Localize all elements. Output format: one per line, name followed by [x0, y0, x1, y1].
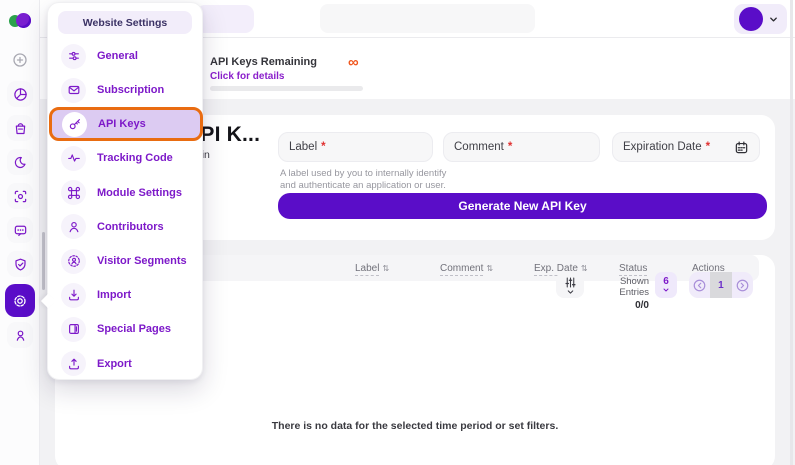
app-logo[interactable] — [9, 12, 31, 30]
empty-state-message: There is no data for the selected time p… — [55, 420, 775, 432]
generate-api-key-button[interactable]: Generate New API Key — [278, 193, 767, 219]
search-box[interactable] — [320, 4, 535, 33]
comment-input[interactable]: Comment * — [443, 132, 600, 162]
sidebar-item-add[interactable] — [7, 47, 33, 73]
sidebar-item-goals[interactable] — [7, 183, 33, 209]
gear-icon — [12, 293, 28, 309]
menu-item-label: Import — [97, 289, 131, 301]
key-icon — [62, 112, 87, 137]
sidebar-item-settings[interactable] — [5, 284, 35, 317]
menu-item-label: Special Pages — [97, 323, 171, 335]
previous-page-button[interactable] — [689, 272, 710, 298]
table-header-comment[interactable]: Comment⇅ — [440, 263, 534, 274]
label-input[interactable]: Label * — [278, 132, 433, 162]
pulse-icon — [61, 146, 86, 171]
shown-entries: Shown Entries 0/0 — [593, 276, 649, 311]
menu-item-subscription[interactable]: Subscription — [48, 73, 204, 107]
comment-field-caption: Comment — [454, 141, 504, 153]
menu-item-api-keys[interactable]: API Keys — [49, 107, 203, 141]
page-scrollbar[interactable] — [790, 0, 793, 465]
header-pill[interactable] — [196, 5, 254, 33]
plus-circle-icon — [12, 52, 28, 68]
infinity-value: ∞ — [348, 56, 359, 69]
arrow-right-circle-icon — [735, 278, 750, 293]
sidebar-item-analytics[interactable] — [7, 81, 33, 107]
download-tray-icon — [61, 283, 86, 308]
arrow-left-circle-icon — [692, 278, 707, 293]
avatar — [739, 7, 763, 31]
menu-item-label: Export — [97, 358, 132, 370]
sidebar-item-profile[interactable] — [7, 322, 33, 348]
sidebar-item-messages[interactable] — [7, 217, 33, 243]
table-header-label[interactable]: Label⇅ — [355, 263, 440, 274]
upload-tray-icon — [61, 351, 86, 376]
menu-item-label: Contributors — [97, 221, 164, 233]
label-helper-text: A label used by you to internally identi… — [280, 168, 448, 192]
command-icon — [61, 180, 86, 205]
scan-target-icon — [13, 189, 28, 204]
menu-item-label: Subscription — [97, 84, 164, 96]
book-icon — [61, 317, 86, 342]
required-asterisk: * — [706, 141, 710, 153]
current-page: 1 — [710, 272, 731, 298]
chat-icon — [13, 223, 28, 238]
pagination: 1 — [689, 272, 753, 298]
menu-item-label: API Keys — [98, 118, 146, 130]
label-field-caption: Label — [289, 141, 317, 153]
details-link[interactable]: Click for details — [210, 71, 284, 82]
quota-progress-bar — [210, 86, 363, 91]
expiration-date-input[interactable]: Expiration Date * — [612, 132, 760, 162]
app-root: API Keys Remaining Click for details ∞ A… — [0, 0, 795, 465]
app-sidebar — [0, 0, 40, 465]
sort-icon[interactable]: ⇅ — [486, 264, 493, 273]
menu-list: General Subscription API Keys Tracking C… — [48, 39, 204, 381]
menu-item-label: Tracking Code — [97, 152, 173, 164]
user-menu[interactable] — [734, 4, 787, 34]
shield-check-icon — [13, 257, 28, 272]
sliders-icon — [61, 44, 86, 69]
required-asterisk: * — [508, 141, 512, 153]
sidebar-scrollbar-thumb[interactable] — [42, 232, 45, 290]
menu-item-contributors[interactable]: Contributors — [48, 210, 204, 244]
table-header-status: Status — [619, 263, 692, 274]
person-icon — [61, 214, 86, 239]
website-settings-menu: Website Settings General Subscription AP… — [47, 2, 203, 380]
menu-item-export[interactable]: Export — [48, 347, 204, 381]
pie-chart-icon — [13, 87, 28, 102]
shown-entries-value: 0/0 — [593, 300, 649, 311]
menu-item-label: Module Settings — [97, 187, 182, 199]
menu-title: Website Settings — [58, 11, 192, 34]
page-size-value: 6 — [663, 277, 669, 287]
person-pin-icon — [13, 328, 28, 343]
menu-item-label: General — [97, 50, 138, 62]
page-size-select[interactable]: 6 — [655, 272, 677, 298]
sidebar-item-commerce[interactable] — [7, 115, 33, 141]
menu-item-label: Visitor Segments — [97, 255, 187, 267]
sidebar-item-privacy[interactable] — [7, 251, 33, 277]
sort-icon[interactable]: ⇅ — [581, 264, 588, 273]
calendar-icon[interactable] — [734, 140, 749, 155]
menu-item-general[interactable]: General — [48, 39, 204, 73]
column-filter-button[interactable] — [556, 272, 584, 298]
person-dashed-circle-icon — [61, 249, 86, 274]
menu-item-special-pages[interactable]: Special Pages — [48, 312, 204, 346]
chevron-down-icon — [566, 289, 575, 295]
menu-item-visitor-segments[interactable]: Visitor Segments — [48, 244, 204, 278]
chevron-down-icon — [662, 287, 670, 293]
menu-item-tracking-code[interactable]: Tracking Code — [48, 141, 204, 175]
next-page-button[interactable] — [732, 272, 753, 298]
filter-sliders-icon — [564, 276, 577, 289]
chevron-down-icon — [768, 14, 779, 25]
shown-entries-label: Shown Entries — [593, 276, 649, 298]
envelope-icon — [61, 78, 86, 103]
moon-swirl-icon — [13, 155, 28, 170]
menu-item-module-settings[interactable]: Module Settings — [48, 176, 204, 210]
sort-icon[interactable]: ⇅ — [382, 264, 389, 273]
bag-icon — [13, 121, 28, 136]
menu-item-import[interactable]: Import — [48, 278, 204, 312]
expiration-field-caption: Expiration Date — [623, 141, 702, 153]
sidebar-item-sessions[interactable] — [7, 149, 33, 175]
required-asterisk: * — [321, 141, 325, 153]
banner-title: API Keys Remaining — [210, 56, 317, 68]
